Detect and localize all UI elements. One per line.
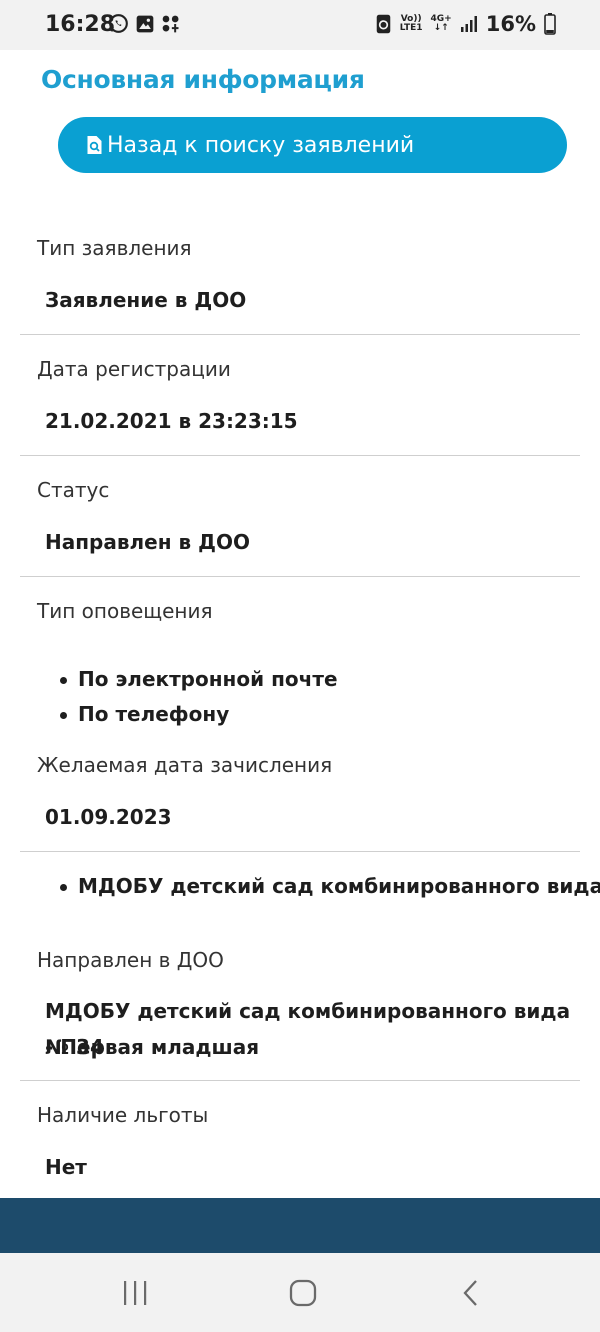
recycle-icon — [376, 14, 391, 34]
network-4g-indicator: 4G+ ↓↑ — [430, 14, 452, 33]
list-item: По электронной почте — [60, 662, 338, 697]
field-value-type: Заявление в ДОО — [45, 288, 247, 312]
app-footer — [0, 1198, 600, 1253]
back-button-label: Назад к поиску заявлений — [107, 132, 415, 158]
apps-icon — [162, 15, 179, 32]
recent-apps-button[interactable] — [115, 1275, 155, 1311]
whatsapp-icon — [109, 14, 128, 33]
list-item: По телефону — [60, 697, 338, 732]
status-bar: 16:28 Vo)) LTE1 4G+ ↓↑ 16% — [0, 0, 600, 50]
back-chevron-icon — [463, 1280, 477, 1306]
battery-icon — [544, 13, 556, 35]
field-value-desired-date: 01.09.2023 — [45, 805, 172, 829]
field-value-benefit: Нет — [45, 1155, 87, 1179]
field-value-status: Направлен в ДОО — [45, 530, 250, 554]
field-label-status: Статус — [37, 478, 110, 502]
signal-icon — [460, 16, 477, 32]
back-to-search-button[interactable]: Назад к поиску заявлений — [58, 117, 567, 173]
divider — [20, 576, 580, 577]
volte-indicator: Vo)) LTE1 — [399, 14, 423, 33]
page-title: Основная информация — [41, 65, 365, 94]
status-time: 16:28 — [45, 12, 116, 37]
recent-apps-icon — [124, 1281, 147, 1305]
system-icons: Vo)) LTE1 4G+ ↓↑ 16% — [375, 12, 556, 36]
field-value-reg-date: 21.02.2021 в 23:23:15 — [45, 409, 298, 433]
notify-list: По электронной почте По телефону — [60, 662, 338, 732]
back-button[interactable] — [451, 1275, 491, 1311]
battery-percent: 16% — [485, 12, 536, 36]
system-nav-bar — [0, 1253, 600, 1332]
field-value-directed-line2: - Первая младшая — [45, 1035, 260, 1059]
search-document-icon — [87, 136, 102, 154]
field-label-desired-date: Желаемая дата зачисления — [37, 753, 333, 777]
field-label-type: Тип заявления — [37, 236, 192, 260]
divider — [20, 851, 580, 852]
main-content: Основная информация Назад к поиску заявл… — [0, 50, 600, 1198]
divider — [20, 455, 580, 456]
field-label-reg-date: Дата регистрации — [37, 357, 231, 381]
home-button[interactable] — [283, 1275, 323, 1311]
field-label-directed: Направлен в ДОО — [37, 948, 224, 972]
divider — [20, 1080, 580, 1081]
field-label-benefit: Наличие льготы — [37, 1103, 209, 1127]
preferred-doo-list: МДОБУ детский сад комбинированного вида … — [60, 869, 600, 904]
home-icon — [289, 1279, 317, 1307]
notification-icons — [108, 13, 181, 34]
list-item: МДОБУ детский сад комбинированного вида … — [60, 869, 600, 904]
gallery-icon — [136, 15, 154, 32]
field-label-notify: Тип оповещения — [37, 599, 213, 623]
divider — [20, 334, 580, 335]
